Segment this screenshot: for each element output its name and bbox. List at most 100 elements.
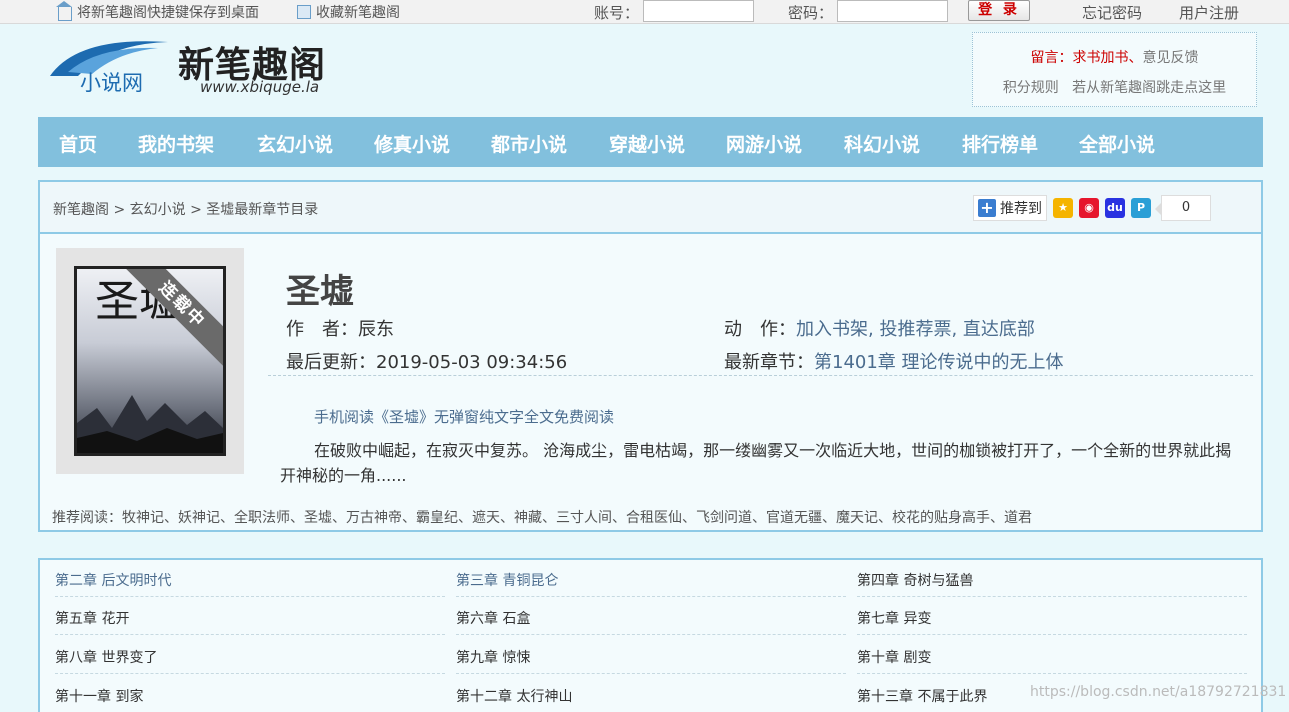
chapter-link[interactable]: 第四章 奇树与猛兽 [857, 560, 1247, 597]
account-input[interactable] [643, 0, 754, 22]
nav-item-home[interactable]: 首页 [59, 130, 97, 157]
recommend-item[interactable]: 官道无疆 [766, 510, 822, 526]
recommend-item[interactable]: 万古神帝 [346, 510, 402, 526]
latest-chapter-line: 最新章节：第1401章 理论传说中的无上体 [724, 348, 1064, 374]
site-logo[interactable]: 小说网 新笔趣阁 www.xbiquge.la [48, 36, 338, 100]
save-shortcut-label: 将新笔趣阁快捷键保存到桌面 [77, 5, 259, 21]
nav-item-kehuan[interactable]: 科幻小说 [844, 130, 920, 157]
nav-item-xiuzhen[interactable]: 修真小说 [374, 130, 450, 157]
updated-label: 最后更新： [286, 352, 376, 373]
add-book-link[interactable]: 求书加书 [1073, 50, 1129, 66]
chapter-link[interactable]: 第十章 剧变 [857, 637, 1247, 674]
book-cover: 圣墟 连载中 [56, 248, 244, 474]
bookmark-link[interactable]: 收藏新笔趣阁 [297, 2, 400, 22]
chapter-link[interactable]: 第八章 世界变了 [55, 637, 445, 674]
recommend-item[interactable]: 妖神记 [178, 510, 220, 526]
breadcrumb-home[interactable]: 新笔趣阁 [53, 202, 109, 218]
book-title: 圣墟 [286, 272, 354, 312]
chapter-link[interactable]: 第三章 青铜昆仑 [456, 560, 846, 597]
password-input[interactable] [837, 0, 948, 22]
forgot-password-link[interactable]: 忘记密码 [1082, 2, 1142, 23]
recommend-item[interactable]: 合租医仙 [626, 510, 682, 526]
recommend-item[interactable]: 圣墟 [304, 510, 332, 526]
nav-item-dushi[interactable]: 都市小说 [491, 130, 567, 157]
password-label: 密码： [788, 4, 834, 22]
recommend-to-button[interactable]: + 推荐到 [973, 195, 1047, 221]
redirect-note-link[interactable]: 若从新笔趣阁跳走点这里 [1072, 80, 1226, 96]
home-icon [56, 1, 72, 21]
recommend-item[interactable]: 神藏 [514, 510, 542, 526]
weibo-icon[interactable]: ◉ [1079, 198, 1099, 218]
pengyou-icon[interactable]: P [1131, 198, 1151, 218]
cover-image: 圣墟 连载中 [74, 266, 226, 456]
latest-label: 最新章节： [724, 352, 814, 373]
updated-line: 最后更新：2019-05-03 09:34:56 [286, 348, 567, 374]
points-rules-link[interactable]: 积分规则 [1003, 80, 1059, 96]
recommend-item[interactable]: 魔天记 [836, 510, 878, 526]
plus-icon: + [978, 199, 996, 217]
mobile-read-link[interactable]: 手机阅读《圣墟》无弹窗纯文字全文免费阅读 [314, 406, 614, 427]
nav-item-bookshelf[interactable]: 我的书架 [138, 130, 214, 157]
baidu-icon[interactable]: du [1105, 198, 1125, 218]
chapter-link[interactable]: 第九章 惊悚 [456, 637, 846, 674]
register-link[interactable]: 用户注册 [1179, 2, 1239, 23]
account-label: 账号： [594, 4, 640, 22]
notice-line-2: 积分规则 若从新笔趣阁跳走点这里 [973, 77, 1256, 97]
mountain-icon [77, 395, 223, 453]
chapter-link[interactable]: 第六章 石盒 [456, 598, 846, 635]
updated-time: 2019-05-03 09:34:56 [376, 352, 568, 373]
recommend-label: 推荐阅读： [52, 510, 122, 526]
breadcrumb-current: 圣墟最新章节目录 [206, 202, 319, 218]
actions-label: 动 作： [724, 319, 796, 340]
nav-item-ranking[interactable]: 排行榜单 [962, 130, 1038, 157]
vote-link[interactable]: 投推荐票 [879, 319, 951, 340]
book-intro: 在破败中崛起，在寂灭中复苏。 沧海成尘，雷电枯竭，那一缕幽雾又一次临近大地，世间… [280, 441, 1232, 485]
recommend-item[interactable]: 三寸人间 [556, 510, 612, 526]
chapter-link[interactable]: 第二章 后文明时代 [55, 560, 445, 597]
nav-item-wangyou[interactable]: 网游小说 [726, 130, 802, 157]
main-nav: 首页 我的书架 玄幻小说 修真小说 都市小说 穿越小说 网游小说 科幻小说 排行… [38, 117, 1263, 167]
nav-item-all[interactable]: 全部小说 [1079, 130, 1155, 157]
chapter-link[interactable]: 第十一章 到家 [55, 676, 445, 712]
author-line: 作 者：辰东 [286, 315, 394, 341]
breadcrumb-sep: > [113, 202, 126, 218]
chapter-link[interactable]: 第十二章 太行神山 [456, 676, 846, 712]
recommend-item[interactable]: 校花的贴身高手 [892, 510, 990, 526]
recommend-item[interactable]: 全职法师 [234, 510, 290, 526]
logo-small-text: 小说网 [80, 71, 143, 95]
recommend-item[interactable]: 遮天 [472, 510, 500, 526]
notice-separator: 、 [1128, 50, 1143, 66]
chapter-link[interactable]: 第五章 花开 [55, 598, 445, 635]
recommend-item[interactable]: 牧神记 [122, 510, 164, 526]
login-button[interactable]: 登 录 [968, 0, 1030, 21]
recommend-reading: 推荐阅读：牧神记、妖神记、全职法师、圣墟、万古神帝、霸皇纪、遮天、神藏、三寸人间… [52, 510, 1032, 526]
logo-url: www.xbiquge.la [200, 78, 320, 96]
feedback-link[interactable]: 意见反馈 [1143, 50, 1199, 66]
notice-box: 留言：求书加书、意见反馈 积分规则 若从新笔趣阁跳走点这里 [972, 32, 1257, 107]
breadcrumb-category[interactable]: 玄幻小说 [130, 202, 186, 218]
author-label: 作 者： [286, 319, 358, 340]
breadcrumb-bar: 新笔趣阁 > 玄幻小说 > 圣墟最新章节目录 + 推荐到 ★ ◉ du P 0 [40, 182, 1261, 234]
recommend-item[interactable]: 道君 [1004, 510, 1032, 526]
nav-item-chuanyue[interactable]: 穿越小说 [609, 130, 685, 157]
chapter-link[interactable]: 第七章 异变 [857, 598, 1247, 635]
folder-icon [297, 5, 311, 19]
recommend-to-label: 推荐到 [1000, 201, 1042, 217]
nav-item-xuanhuan[interactable]: 玄幻小说 [257, 130, 333, 157]
share-bar: + 推荐到 ★ ◉ du P 0 [973, 194, 1211, 222]
comma-sep: , [951, 319, 963, 340]
book-info-box: 新笔趣阁 > 玄幻小说 > 圣墟最新章节目录 + 推荐到 ★ ◉ du P 0 … [38, 180, 1263, 532]
comma-sep: , [868, 319, 880, 340]
latest-chapter-link[interactable]: 第1401章 理论传说中的无上体 [814, 352, 1064, 373]
author-name: 辰东 [358, 319, 394, 340]
save-shortcut-link[interactable]: 将新笔趣阁快捷键保存到桌面 [56, 1, 259, 22]
qzone-icon[interactable]: ★ [1053, 198, 1073, 218]
breadcrumb: 新笔趣阁 > 玄幻小说 > 圣墟最新章节目录 [53, 199, 318, 219]
divider [268, 375, 1253, 376]
go-bottom-link[interactable]: 直达底部 [963, 319, 1035, 340]
recommend-item[interactable]: 飞剑问道 [696, 510, 752, 526]
share-count: 0 [1155, 195, 1211, 221]
recommend-item[interactable]: 霸皇纪 [416, 510, 458, 526]
add-to-shelf-link[interactable]: 加入书架 [796, 319, 868, 340]
notice-line-1: 留言：求书加书、意见反馈 [973, 47, 1256, 67]
